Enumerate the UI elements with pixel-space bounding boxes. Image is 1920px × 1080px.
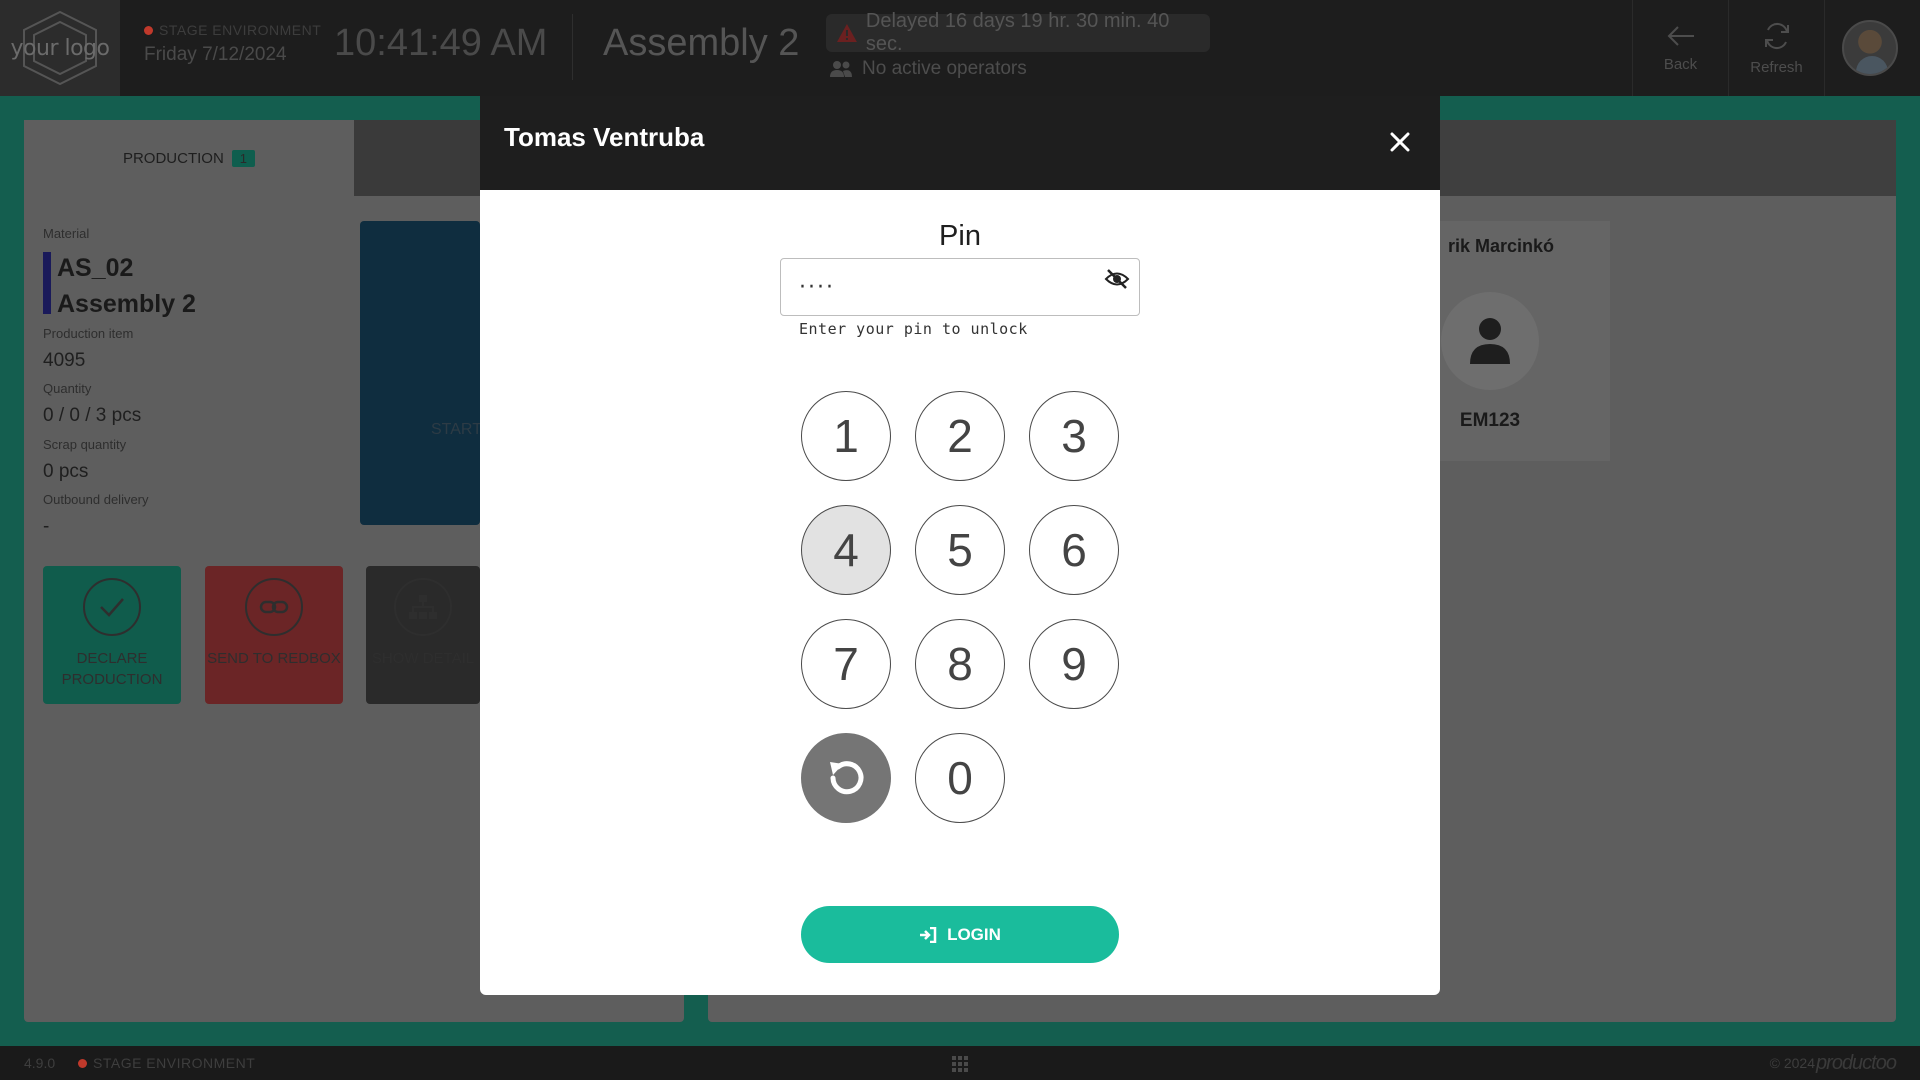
date-label: Friday 7/12/2024 bbox=[144, 44, 287, 65]
back-button[interactable]: Back bbox=[1632, 0, 1728, 96]
production-item-label: Production item bbox=[43, 326, 134, 341]
close-button[interactable] bbox=[1376, 118, 1424, 166]
pin-helper-text: Enter your pin to unlock bbox=[799, 320, 1028, 338]
keypad-key-2[interactable]: 2 bbox=[915, 391, 1005, 481]
refresh-icon bbox=[1764, 22, 1789, 49]
outbound-value: - bbox=[43, 516, 50, 537]
declare-production-label: DECLARE PRODUCTION bbox=[61, 650, 163, 688]
back-label: Back bbox=[1663, 55, 1698, 73]
check-icon bbox=[83, 578, 141, 636]
top-bar: your logo STAGE ENVIRONMENT Friday 7/12/… bbox=[0, 0, 1920, 96]
send-to-redbox-label: SEND TO REDBOX bbox=[207, 650, 341, 667]
login-button[interactable]: LOGIN bbox=[801, 906, 1119, 963]
keypad-key-8[interactable]: 8 bbox=[915, 619, 1005, 709]
link-icon bbox=[245, 578, 303, 636]
refresh-button[interactable]: Refresh bbox=[1728, 0, 1824, 96]
environment-label: STAGE ENVIRONMENT bbox=[159, 22, 322, 38]
eye-off-icon bbox=[1104, 269, 1130, 289]
quantity-label: Quantity bbox=[43, 381, 92, 396]
scrap-value: 0 pcs bbox=[43, 461, 89, 482]
pin-input[interactable] bbox=[780, 258, 1140, 316]
login-label: LOGIN bbox=[947, 924, 1001, 944]
logo: your logo bbox=[0, 0, 120, 96]
refresh-label: Refresh bbox=[1750, 58, 1803, 76]
footer: 4.9.0 STAGE ENVIRONMENT © 2024 productoo bbox=[0, 1046, 1920, 1080]
show-detail-button[interactable]: SHOW DETAIL bbox=[366, 566, 480, 704]
tab-production-badge: 1 bbox=[231, 149, 256, 167]
keypad-key-3[interactable]: 3 bbox=[1029, 391, 1119, 481]
keypad-key-9[interactable]: 9 bbox=[1029, 619, 1119, 709]
copyright-label: © 2024 bbox=[1769, 1055, 1815, 1071]
users-icon bbox=[830, 61, 852, 77]
close-icon bbox=[1390, 132, 1410, 152]
delay-badge: Delayed 16 days 19 hr. 30 min. 40 sec. bbox=[826, 10, 1210, 55]
pin-dialog: Tomas Ventruba Pin Enter your pin to unl… bbox=[480, 96, 1440, 995]
delay-text: Delayed 16 days 19 hr. 30 min. 40 sec. bbox=[865, 10, 1170, 55]
version-label: 4.9.0 bbox=[24, 1055, 56, 1071]
production-item-value: 4095 bbox=[43, 350, 86, 371]
material-value: AS_02 Assembly 2 bbox=[57, 250, 196, 322]
avatar[interactable] bbox=[1842, 20, 1898, 76]
material-label: Material bbox=[43, 226, 90, 241]
material-name: Assembly 2 bbox=[57, 290, 196, 318]
undo-icon bbox=[830, 761, 864, 795]
operator-avatar bbox=[1441, 292, 1539, 390]
footer-environment: STAGE ENVIRONMENT bbox=[78, 1055, 255, 1071]
keypad-clear-button[interactable] bbox=[801, 733, 891, 823]
declare-production-button[interactable]: DECLARE PRODUCTION bbox=[43, 566, 181, 704]
material-color-bar bbox=[43, 252, 51, 314]
sitemap-icon bbox=[394, 578, 452, 636]
pin-label: Pin bbox=[939, 220, 981, 252]
login-icon bbox=[920, 926, 937, 943]
arrow-left-icon bbox=[1667, 25, 1694, 46]
operators-text: No active operators bbox=[862, 58, 1027, 79]
keypad-key-4[interactable]: 4 bbox=[801, 505, 891, 595]
brand-logo: productoo bbox=[1816, 1051, 1897, 1074]
status-dot-icon bbox=[144, 25, 153, 35]
dialog-title: Tomas Ventruba bbox=[504, 122, 705, 152]
status-dot-icon bbox=[78, 1058, 87, 1068]
tab-production[interactable]: PRODUCTION 1 bbox=[24, 120, 354, 196]
keypad-key-1[interactable]: 1 bbox=[801, 391, 891, 481]
show-detail-label: SHOW DETAIL bbox=[371, 650, 475, 667]
keypad-key-7[interactable]: 7 bbox=[801, 619, 891, 709]
toggle-visibility-button[interactable] bbox=[1102, 264, 1132, 294]
apps-grid-icon[interactable] bbox=[952, 1056, 968, 1072]
start-label: START bbox=[431, 421, 482, 438]
material-code: AS_02 bbox=[57, 254, 134, 282]
footer-environment-label: STAGE ENVIRONMENT bbox=[93, 1055, 256, 1071]
logo-text: your logo bbox=[10, 35, 110, 61]
divider bbox=[572, 14, 573, 80]
operators-status: No active operators bbox=[830, 58, 1027, 80]
clock: 10:41:49 AM bbox=[334, 22, 548, 64]
environment-block: STAGE ENVIRONMENT Friday 7/12/2024 bbox=[144, 22, 321, 66]
quantity-value: 0 / 0 / 3 pcs bbox=[43, 405, 142, 426]
send-to-redbox-button[interactable]: SEND TO REDBOX bbox=[205, 566, 343, 704]
dialog-header: Tomas Ventruba bbox=[480, 96, 1440, 190]
keypad-key-0[interactable]: 0 bbox=[915, 733, 1005, 823]
station-title: Assembly 2 bbox=[603, 22, 800, 64]
outbound-label: Outbound delivery bbox=[43, 492, 149, 507]
keypad-key-6[interactable]: 6 bbox=[1029, 505, 1119, 595]
warning-icon bbox=[836, 24, 857, 42]
tab-production-label: PRODUCTION bbox=[122, 149, 224, 167]
user-icon bbox=[1470, 318, 1510, 364]
keypad-key-5[interactable]: 5 bbox=[915, 505, 1005, 595]
environment-indicator: STAGE ENVIRONMENT bbox=[144, 22, 321, 38]
start-button[interactable] bbox=[360, 221, 480, 525]
scrap-label: Scrap quantity bbox=[43, 437, 127, 452]
